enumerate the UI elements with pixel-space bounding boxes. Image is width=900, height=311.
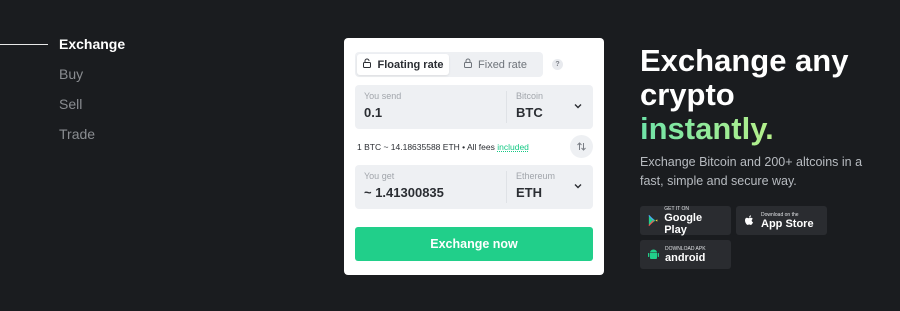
google-play-icon — [648, 214, 658, 227]
app-store-badge[interactable]: Download on the App Store — [736, 206, 827, 235]
google-badge-big: Google Play — [664, 211, 703, 236]
rate-text: 1 BTC ~ 14.18635588 ETH • All fees — [357, 142, 498, 152]
unlock-icon — [362, 58, 372, 71]
send-currency-select[interactable]: Bitcoin BTC — [516, 91, 543, 120]
get-amount-value: ~ 1.41300835 — [364, 185, 444, 200]
send-amount-input[interactable]: 0.1 — [364, 105, 401, 120]
nav-item-sell[interactable]: Sell — [59, 96, 82, 112]
android-badge-small: DOWNLOAD APK — [665, 245, 706, 252]
google-play-badge[interactable]: GET IT ON Google Play — [640, 206, 731, 236]
android-badge-big: android — [665, 251, 706, 264]
send-currency-name: Bitcoin — [516, 91, 544, 101]
send-label: You send — [364, 91, 402, 101]
exchange-card: Floating rate Fixed rate ? You send 0.1 … — [344, 38, 604, 275]
field-divider — [506, 91, 507, 123]
headline-line-2: crypto — [640, 77, 735, 112]
tab-floating-rate[interactable]: Floating rate — [357, 54, 449, 75]
headline-line-1: Exchange any — [640, 43, 849, 78]
tab-floating-rate-label: Floating rate — [377, 58, 444, 71]
get-currency-name: Ethereum — [516, 171, 556, 181]
headline-accent: instantly. — [640, 111, 774, 146]
apple-badge-big: App Store — [761, 217, 814, 230]
get-field: You get ~ 1.41300835 Ethereum ETH — [355, 165, 593, 209]
swap-arrows-icon — [577, 142, 586, 151]
swap-button[interactable] — [570, 135, 593, 158]
android-icon — [648, 249, 659, 259]
tab-fixed-rate-label: Fixed rate — [478, 58, 527, 71]
exchange-now-button[interactable]: Exchange now — [355, 227, 593, 261]
send-field: You send 0.1 Bitcoin BTC — [355, 85, 593, 129]
chevron-down-icon[interactable] — [573, 181, 583, 191]
nav-item-trade[interactable]: Trade — [59, 126, 95, 142]
field-divider — [506, 171, 507, 203]
get-currency-select[interactable]: Ethereum ETH — [516, 171, 555, 200]
get-label: You get — [364, 171, 395, 181]
get-currency-code: ETH — [516, 185, 542, 200]
hero-headline: Exchange any crypto instantly. — [640, 44, 848, 146]
android-apk-badge[interactable]: DOWNLOAD APK android — [640, 240, 731, 269]
rate-info: 1 BTC ~ 14.18635588 ETH • All fees inclu… — [357, 142, 529, 152]
hero-subtitle: Exchange Bitcoin and 200+ altcoins in a … — [640, 155, 863, 188]
rate-tabs: Floating rate Fixed rate — [355, 52, 543, 77]
lock-icon — [463, 58, 473, 71]
active-indicator-line — [0, 44, 48, 45]
nav-item-buy[interactable]: Buy — [59, 66, 83, 82]
fees-included-link[interactable]: included — [497, 142, 529, 152]
chevron-down-icon[interactable] — [573, 101, 583, 111]
tab-fixed-rate[interactable]: Fixed rate — [449, 54, 541, 75]
help-icon[interactable]: ? — [552, 59, 563, 70]
send-currency-code: BTC — [516, 105, 543, 120]
nav-item-exchange[interactable]: Exchange — [59, 36, 125, 52]
apple-icon — [745, 215, 753, 225]
